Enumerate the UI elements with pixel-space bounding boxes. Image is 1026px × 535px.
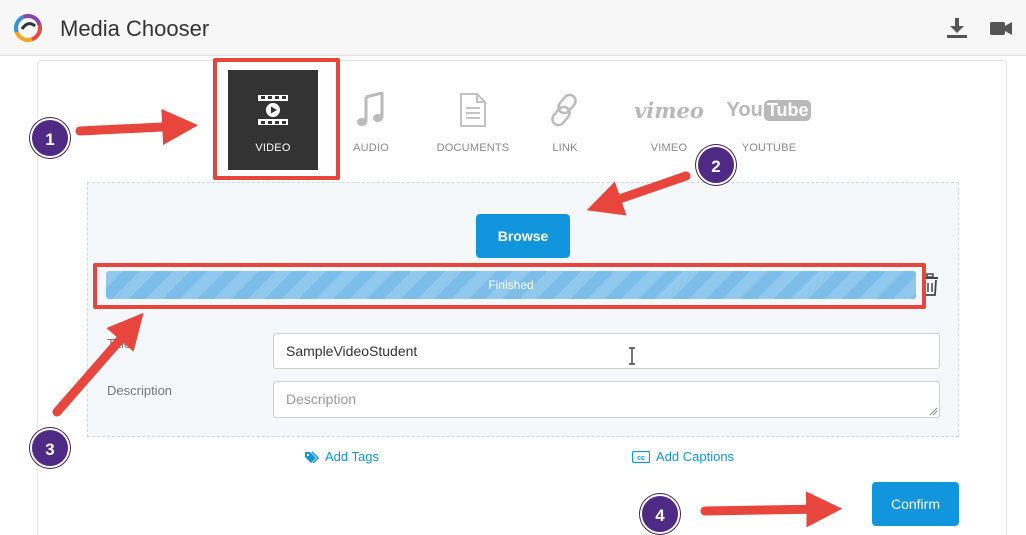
tab-label: YOUTUBE — [741, 142, 797, 154]
video-camera-icon[interactable] — [988, 16, 1014, 40]
vimeo-logo: vimeo — [634, 97, 704, 123]
youtube-logo: You Tube — [727, 99, 812, 122]
tab-audio[interactable]: AUDIO — [326, 70, 416, 170]
header-bar: Media Chooser — [0, 0, 1026, 56]
add-tags-link[interactable]: Add Tags — [305, 449, 379, 464]
tab-label: LINK — [552, 142, 578, 154]
browse-button[interactable]: Browse — [476, 214, 570, 258]
step-badge-2: 2 — [696, 145, 736, 185]
step-badge-3: 3 — [30, 428, 70, 468]
media-chooser-dialog: Media Chooser VIDEO AUDIO DOCUMENTS LINK… — [0, 0, 1026, 535]
download-icon[interactable] — [944, 16, 970, 40]
resize-grip-icon[interactable] — [928, 406, 938, 416]
tab-label: AUDIO — [353, 142, 389, 154]
tab-label: DOCUMENTS — [436, 142, 510, 154]
add-captions-link[interactable]: cc Add Captions — [632, 449, 734, 464]
app-title: Media Chooser — [60, 16, 210, 41]
music-note-icon — [357, 92, 384, 126]
closed-captions-icon: cc — [632, 450, 650, 463]
description-label: Description — [107, 383, 173, 398]
description-input[interactable] — [273, 381, 940, 418]
upload-progress-bar: Finished — [106, 271, 916, 299]
tag-icon — [305, 450, 319, 463]
text-cursor-icon — [629, 347, 635, 365]
tab-label: VIDEO — [255, 142, 291, 154]
svg-text:cc: cc — [637, 455, 645, 462]
step-badge-1: 1 — [30, 118, 70, 158]
tab-video[interactable]: VIDEO — [228, 70, 318, 170]
title-label: Title — [107, 336, 132, 351]
tab-documents[interactable]: DOCUMENTS — [428, 70, 518, 170]
tab-link[interactable]: LINK — [520, 70, 610, 170]
add-captions-label: Add Captions — [656, 449, 735, 464]
add-tags-label: Add Tags — [325, 449, 379, 464]
step-badge-4: 4 — [640, 494, 680, 534]
link-icon — [551, 93, 577, 127]
tab-youtube[interactable]: You Tube YOUTUBE — [724, 70, 814, 170]
document-icon — [460, 93, 486, 127]
progress-status-text: Finished — [488, 278, 534, 292]
title-input[interactable] — [273, 333, 940, 369]
trash-icon[interactable] — [920, 273, 940, 297]
app-logo-icon — [14, 14, 42, 42]
video-icon — [258, 95, 288, 125]
confirm-button[interactable]: Confirm — [872, 482, 959, 526]
